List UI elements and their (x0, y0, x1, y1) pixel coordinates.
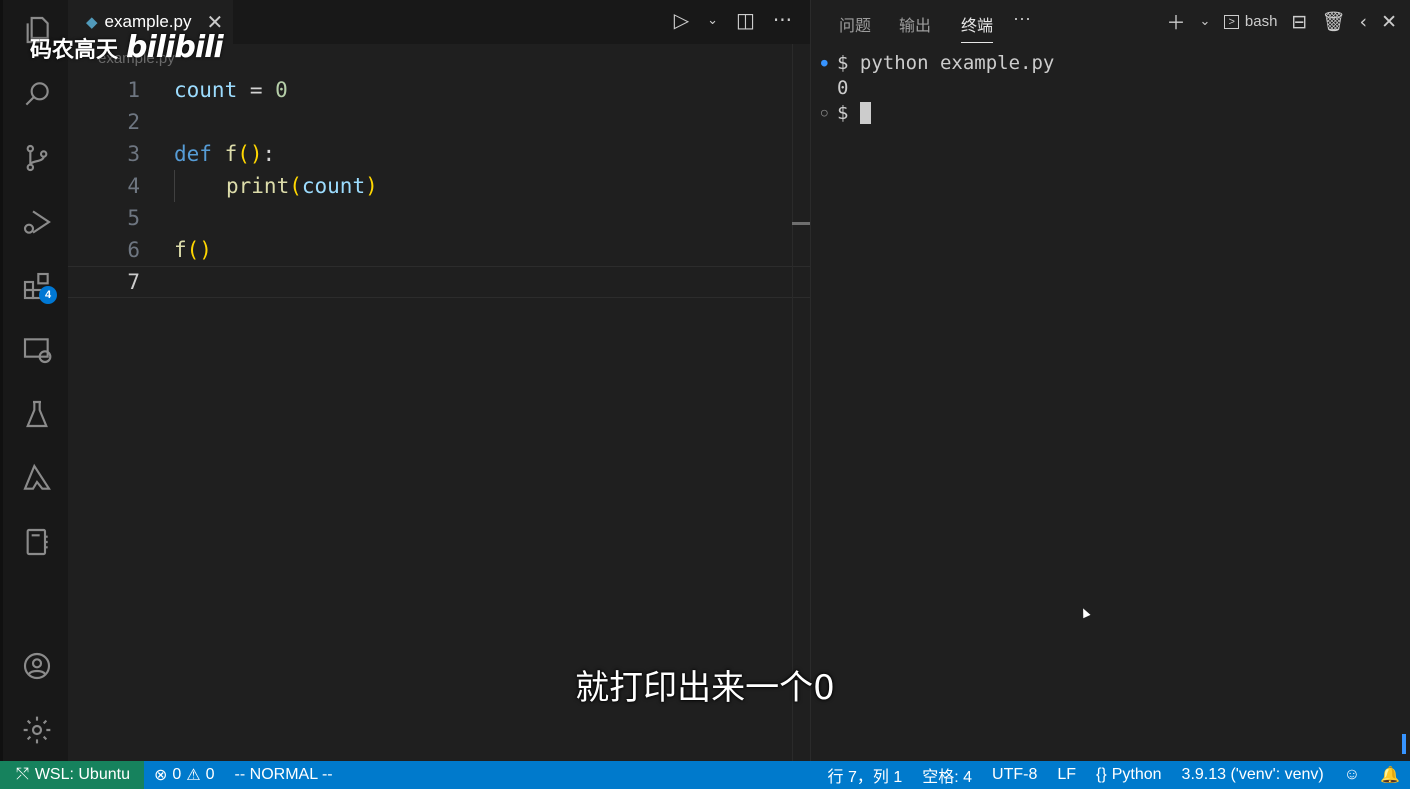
chevron-left-icon[interactable]: ‹ (1359, 11, 1367, 33)
line-number: 5 (127, 206, 140, 230)
code-line: 6 f() (68, 234, 810, 266)
terminal-selector[interactable]: > bash (1224, 13, 1277, 30)
line-number: 2 (127, 110, 140, 134)
language-mode[interactable]: {} Python (1086, 766, 1172, 784)
python-interpreter[interactable]: 3.9.13 ('venv': venv) (1172, 766, 1334, 784)
end-of-line[interactable]: LF (1047, 766, 1086, 784)
code-line: 4 print(count) (68, 170, 810, 202)
trash-icon[interactable]: 🗑 (1321, 10, 1345, 33)
python-file-icon: ◆ (86, 14, 98, 31)
extensions-icon[interactable]: 4 (17, 266, 57, 306)
run-debug-icon[interactable] (17, 202, 57, 242)
error-icon: ⊗ (153, 767, 168, 784)
code-line: 3 def f(): (68, 138, 810, 170)
indent-guide (174, 170, 175, 202)
tab-problems[interactable]: 问题 (839, 12, 871, 36)
vim-mode: -- NORMAL -- (234, 766, 333, 783)
remote-explorer-icon[interactable] (17, 330, 57, 370)
run-python-icon[interactable]: ▷ (674, 8, 689, 32)
close-panel-icon[interactable]: ✕ (1381, 11, 1397, 33)
settings-gear-icon[interactable] (17, 710, 57, 750)
feedback-icon[interactable]: ☺ (1334, 766, 1370, 784)
video-subtitle: 就打印出来一个0 (575, 668, 835, 708)
mouse-pointer-icon (1079, 606, 1091, 619)
search-icon[interactable] (17, 74, 57, 114)
terminal-cursor (859, 101, 871, 124)
split-editor-icon[interactable]: ◫ (736, 8, 755, 32)
more-panel-tabs-icon[interactable]: ··· (1013, 8, 1031, 29)
new-terminal-icon[interactable]: ＋ (1167, 8, 1186, 35)
code-area[interactable]: 1 count = 0 2 3 def f(): 4 print(count) … (68, 74, 810, 298)
editor-scrollbar[interactable] (792, 44, 793, 761)
terminal-icon: > (1224, 14, 1239, 29)
command-decoration-icon[interactable]: ○ (821, 106, 837, 119)
encoding[interactable]: UTF-8 (982, 766, 1047, 784)
chevron-down-icon[interactable]: ⌄ (1200, 14, 1211, 29)
bilibili-logo: bilibili (126, 30, 224, 65)
source-control-icon[interactable] (17, 138, 57, 178)
status-bar: ⤲ WSL: Ubuntu ⊗ 0 ⚠ 0 -- NORMAL -- 行 7，列 1… (0, 761, 1410, 789)
panel-actions: ＋ ⌄ > bash ⊟ 🗑 ‹ ✕ (1167, 8, 1397, 35)
panel-tabs: 问题 输出 终端 ··· ＋ ⌄ > bash ⊟ 🗑 ‹ ✕ (811, 0, 1410, 44)
line-number: 7 (127, 270, 140, 294)
azure-icon[interactable] (17, 458, 57, 498)
video-watermark: 码农高天 bilibili (30, 30, 224, 65)
command-decoration-icon[interactable]: ● (821, 56, 837, 69)
extensions-badge: 4 (39, 286, 57, 304)
chevron-down-icon[interactable]: ⌄ (707, 13, 718, 28)
terminal-scrollbar[interactable] (1402, 734, 1406, 754)
code-line: 1 count = 0 (68, 74, 810, 106)
terminal-output-text: 0 (837, 76, 849, 99)
overview-ruler-marker (792, 222, 810, 225)
line-number: 4 (127, 174, 140, 198)
terminal-line: ● $ python example.py (821, 51, 1055, 74)
shell-label: bash (1244, 13, 1278, 30)
more-actions-icon[interactable]: ··· (773, 8, 792, 32)
testing-icon[interactable] (17, 394, 57, 434)
line-number: 1 (127, 78, 140, 102)
code-line: 5 (68, 202, 810, 234)
terminal-command: python example.py (859, 51, 1055, 74)
terminal-line: ○ $ (821, 100, 1054, 125)
notifications-bell-icon[interactable]: 🔔 (1370, 765, 1410, 785)
notebook-icon[interactable] (17, 522, 57, 562)
tab-output[interactable]: 输出 (899, 12, 931, 36)
line-number: 3 (127, 142, 140, 166)
remote-indicator[interactable]: ⤲ WSL: Ubuntu (0, 761, 144, 789)
indentation[interactable]: 空格: 4 (912, 763, 982, 787)
terminal-line: 0 (821, 75, 1054, 100)
line-number: 6 (127, 238, 140, 262)
code-line: 2 (68, 106, 810, 138)
editor-actions: ▷ ⌄ ◫ ··· (674, 8, 792, 32)
split-terminal-icon[interactable]: ⊟ (1291, 11, 1307, 33)
cursor-position[interactable]: 行 7，列 1 (818, 763, 913, 787)
tab-terminal[interactable]: 终端 (961, 12, 994, 43)
editor-group: ◆ example.py ✕ ▷ ⌄ ◫ ··· example.py 1 co… (68, 0, 810, 761)
remote-icon: ⤲ (16, 766, 29, 783)
panel: 问题 输出 终端 ··· ＋ ⌄ > bash ⊟ 🗑 ‹ ✕ ● $ python… (810, 0, 1410, 761)
braces-icon: {} (1096, 766, 1107, 783)
tab-label: example.py (104, 12, 192, 31)
problems-status[interactable]: ⊗ 0 ⚠ 0 (144, 765, 225, 785)
warning-icon: ⚠ (186, 767, 201, 784)
terminal-output[interactable]: ● $ python example.py 0 ○ $ (821, 50, 1054, 125)
current-line[interactable]: 7 (68, 266, 810, 298)
activity-bar: 4 (0, 0, 68, 761)
